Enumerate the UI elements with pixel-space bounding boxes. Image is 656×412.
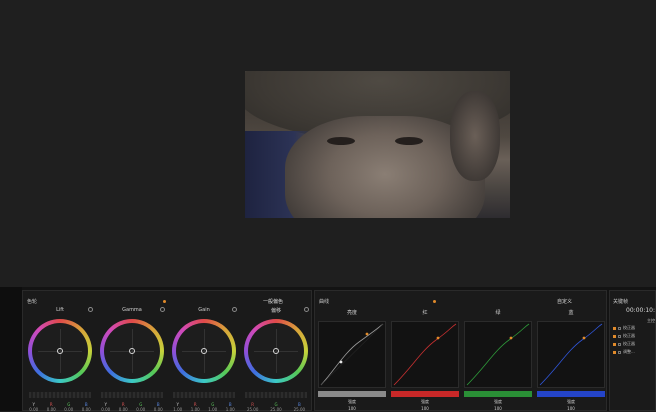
keyframe-row[interactable]: 校正器: [613, 341, 655, 347]
curves-mode-select[interactable]: 自定义: [557, 297, 572, 308]
reset-icon[interactable]: [160, 307, 165, 312]
curve-title: 蓝: [568, 310, 574, 316]
page-indicator-dot[interactable]: [433, 300, 436, 303]
panel-left-gutter: [0, 287, 22, 411]
curve-title: 绿: [495, 310, 501, 316]
intensity-bar-blue[interactable]: [537, 391, 605, 397]
intensity-value[interactable]: 100: [391, 406, 459, 411]
curve-title: 红: [422, 310, 428, 316]
wheel-gain: Gain Y 1.00 R 1.00 G 1.00 B 1.00: [169, 307, 239, 412]
intensity-label: 强度: [567, 399, 575, 404]
lock-icon[interactable]: [618, 350, 621, 354]
keyframe-row[interactable]: 校正器: [613, 333, 655, 339]
lock-icon[interactable]: [618, 326, 621, 330]
master-wheel-slider[interactable]: [101, 392, 163, 398]
preview-frame[interactable]: [245, 71, 510, 218]
curve-editor-red[interactable]: [391, 321, 459, 388]
wheel-center-handle[interactable]: [273, 348, 279, 354]
wheel-center-handle[interactable]: [129, 348, 135, 354]
lock-icon[interactable]: [618, 342, 621, 346]
keyframe-main-label: 主控: [647, 318, 655, 323]
keyframe-row[interactable]: 调整...: [613, 349, 655, 355]
page-indicator-dot[interactable]: [163, 300, 166, 303]
viewer-area: [0, 0, 656, 287]
keyframe-icon: [613, 350, 616, 354]
intensity-label: 强度: [421, 399, 429, 404]
right-eye: [395, 137, 423, 145]
intensity-bar-luma[interactable]: [318, 391, 386, 397]
wheel-offset: 偏移 R 25.00 G 25.00 B 25.00: [241, 307, 311, 412]
color-panel: 色轮 一般偏色 Lift Y 0.00 R 0.00 G 0.00 B 0.00 Gam…: [0, 287, 656, 412]
curves-section: 曲线 自定义 亮度 强度 100 红 强度 100 绿 强度 100 蓝 强度 …: [314, 290, 607, 411]
intensity-label: 强度: [494, 399, 502, 404]
curves-title: 曲线: [319, 299, 330, 305]
curve-editor-green[interactable]: [464, 321, 532, 388]
master-wheel-slider[interactable]: [173, 392, 235, 398]
intensity-bar-red[interactable]: [391, 391, 459, 397]
wheel-center-handle[interactable]: [201, 348, 207, 354]
curve-title: 亮度: [346, 310, 357, 316]
reset-icon[interactable]: [88, 307, 93, 312]
intensity-bar-green[interactable]: [464, 391, 532, 397]
keyframe-icon: [613, 334, 616, 338]
curve-editor-blue[interactable]: [537, 321, 605, 388]
wheel-center-handle[interactable]: [57, 348, 63, 354]
reset-icon[interactable]: [304, 307, 309, 312]
master-wheel-slider[interactable]: [29, 392, 91, 398]
intensity-value[interactable]: 100: [537, 406, 605, 411]
intensity-label: 强度: [348, 399, 356, 404]
left-eye: [327, 137, 355, 145]
lock-icon[interactable]: [618, 334, 621, 338]
keyframe-row[interactable]: 校正器: [613, 325, 655, 331]
keyframes-section: 关键帧 00:00:10: 主控 校正器 校正器 校正器 调整...: [609, 290, 656, 411]
wheel-title: Gain: [198, 307, 210, 313]
keyframe-icon: [613, 342, 616, 346]
color-wheels-section: 色轮 一般偏色 Lift Y 0.00 R 0.00 G 0.00 B 0.00 Gam…: [22, 290, 312, 412]
master-wheel-slider[interactable]: [245, 392, 307, 398]
wheel-gamma: Gamma Y 0.00 R 0.00 G 0.00 B 0.00: [97, 307, 167, 412]
wheel-lift: Lift Y 0.00 R 0.00 G 0.00 B 0.00: [25, 307, 95, 412]
wheel-title: Lift: [56, 307, 64, 313]
keyframe-icon: [613, 326, 616, 330]
ear-shape: [450, 91, 500, 181]
wheel-title: 偏移: [270, 308, 281, 314]
intensity-value[interactable]: 100: [464, 406, 532, 411]
curve-editor-luma[interactable]: [318, 321, 386, 388]
reset-icon[interactable]: [232, 307, 237, 312]
intensity-value[interactable]: 100: [318, 406, 386, 411]
timecode: 00:00:10:: [626, 307, 655, 314]
wheel-title: Gamma: [122, 307, 142, 313]
